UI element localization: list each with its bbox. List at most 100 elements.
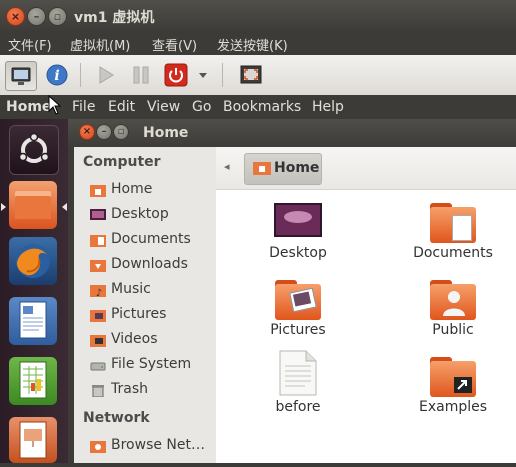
mouse-cursor-icon: [48, 95, 62, 115]
sidebar-item-label: Desktop: [111, 206, 169, 222]
sidebar-item-videos[interactable]: Videos: [74, 328, 216, 352]
menu-view[interactable]: 查看(V): [152, 35, 197, 54]
file-item-label: Documents: [413, 245, 493, 261]
fm-maximize-button[interactable]: ▫: [113, 124, 129, 140]
sidebar-item-label: File System: [111, 356, 192, 372]
svg-text:i: i: [54, 68, 59, 84]
file-item-label: before: [275, 399, 321, 415]
file-item-examples[interactable]: Examples: [398, 357, 508, 419]
sidebar-item-downloads[interactable]: Downloads: [74, 253, 216, 277]
folder-icon: [15, 191, 51, 219]
places-sidebar: Computer Home Desktop Documents Download…: [74, 147, 217, 463]
file-item-label: Pictures: [270, 322, 326, 338]
monitor-icon: [11, 67, 31, 85]
file-item-label: Desktop: [269, 245, 327, 261]
fm-minimize-button[interactable]: –: [96, 124, 112, 140]
unity-launcher: [0, 119, 68, 463]
videos-folder-icon: [90, 335, 106, 347]
pause-icon: [133, 66, 149, 84]
menu-send-key[interactable]: 发送按键(K): [217, 35, 288, 54]
file-item-pictures[interactable]: Pictures: [243, 280, 353, 342]
sidebar-item-label: Pictures: [111, 306, 167, 322]
home-folder-icon: [253, 162, 271, 175]
run-button[interactable]: [90, 61, 120, 89]
dropdown-arrow-icon: [199, 73, 207, 78]
launcher-dash-button[interactable]: [9, 125, 59, 175]
sidebar-item-browse-network[interactable]: Browse Net…: [74, 434, 216, 458]
examples-folder-icon: [430, 361, 476, 397]
path-home-label: Home: [274, 160, 320, 176]
home-folder-icon: [90, 185, 106, 197]
file-item-public[interactable]: Public: [398, 280, 508, 342]
sidebar-item-label: Home: [111, 181, 153, 197]
shutdown-button[interactable]: [161, 61, 191, 89]
pause-button[interactable]: [126, 61, 156, 89]
launcher-files-button[interactable]: [9, 181, 57, 229]
shutdown-menu-button[interactable]: [193, 61, 213, 89]
file-item-label: Examples: [418, 399, 488, 415]
sidebar-item-documents[interactable]: Documents: [74, 228, 216, 252]
documents-folder-icon: [430, 207, 476, 243]
sidebar-item-pictures[interactable]: Pictures: [74, 303, 216, 327]
fullscreen-button[interactable]: [236, 61, 266, 89]
vm-menubar: 文件(F) 虚拟机(M) 查看(V) 发送按键(K): [0, 31, 516, 55]
desktop-icon: [274, 203, 322, 237]
firefox-icon: [16, 244, 50, 278]
ubuntu-logo-icon: [18, 132, 50, 163]
console-view-button[interactable]: [5, 61, 37, 91]
text-file-icon: [279, 350, 317, 396]
play-icon: [99, 66, 114, 84]
menu-vm[interactable]: 虚拟机(M): [70, 35, 130, 54]
sidebar-item-desktop[interactable]: Desktop: [74, 203, 216, 227]
documents-folder-icon: [90, 235, 106, 247]
fullscreen-icon: [240, 65, 262, 84]
drive-icon: [90, 362, 106, 371]
launcher-impress-button[interactable]: [9, 417, 57, 463]
link-arrow-icon: [454, 377, 472, 393]
guest-app-name: Home: [6, 99, 52, 115]
guest-menu-file[interactable]: File: [72, 99, 95, 115]
downloads-folder-icon: [90, 260, 106, 272]
file-manager-title: Home: [143, 125, 189, 141]
minimize-window-button[interactable]: –: [27, 7, 46, 26]
sidebar-item-file-system[interactable]: File System: [74, 353, 216, 377]
vm-toolbar: i: [0, 55, 516, 96]
sidebar-item-label: Trash: [111, 381, 148, 397]
file-item-before[interactable]: before: [243, 350, 353, 416]
guest-menu-help[interactable]: Help: [312, 99, 344, 115]
sidebar-item-label: Browse Net…: [111, 437, 206, 453]
person-icon: [443, 291, 465, 316]
guest-menu-go[interactable]: Go: [192, 99, 211, 115]
file-manager-titlebar: × – ▫: [68, 119, 516, 147]
menu-file[interactable]: 文件(F): [8, 35, 52, 54]
sidebar-item-music[interactable]: ♪ Music: [74, 278, 216, 302]
vm-titlebar: × – ▫ vm1 虚拟机: [0, 0, 516, 31]
vm-window-title: vm1 虚拟机: [74, 10, 155, 26]
file-item-documents[interactable]: Documents: [398, 203, 508, 265]
guest-menu-bookmarks[interactable]: Bookmarks: [223, 99, 301, 115]
spreadsheet-icon: [19, 361, 47, 399]
sidebar-header-computer: Computer: [83, 154, 161, 170]
sidebar-item-label: Documents: [111, 231, 191, 247]
file-item-desktop[interactable]: Desktop: [243, 203, 353, 265]
launcher-writer-button[interactable]: [9, 297, 57, 345]
guest-menu-view[interactable]: View: [147, 99, 180, 115]
public-folder-icon: [430, 284, 476, 320]
close-window-button[interactable]: ×: [6, 7, 25, 26]
document-writer-icon: [19, 301, 47, 339]
launcher-firefox-button[interactable]: [9, 237, 57, 285]
sidebar-item-home[interactable]: Home: [74, 178, 216, 202]
launcher-calc-button[interactable]: [9, 357, 57, 405]
maximize-window-button[interactable]: ▫: [48, 7, 67, 26]
power-icon: [164, 63, 188, 87]
guest-menu-edit[interactable]: Edit: [108, 99, 135, 115]
pictures-folder-icon: [90, 310, 106, 322]
file-item-label: Public: [432, 322, 474, 338]
path-scroll-left-icon[interactable]: ◂: [224, 160, 234, 176]
sidebar-item-label: Music: [111, 281, 151, 297]
details-button[interactable]: i: [42, 61, 72, 89]
sidebar-header-network: Network: [83, 410, 150, 426]
sidebar-item-label: Downloads: [111, 256, 188, 272]
sidebar-item-trash[interactable]: Trash: [74, 378, 216, 402]
fm-close-button[interactable]: ×: [79, 124, 95, 140]
